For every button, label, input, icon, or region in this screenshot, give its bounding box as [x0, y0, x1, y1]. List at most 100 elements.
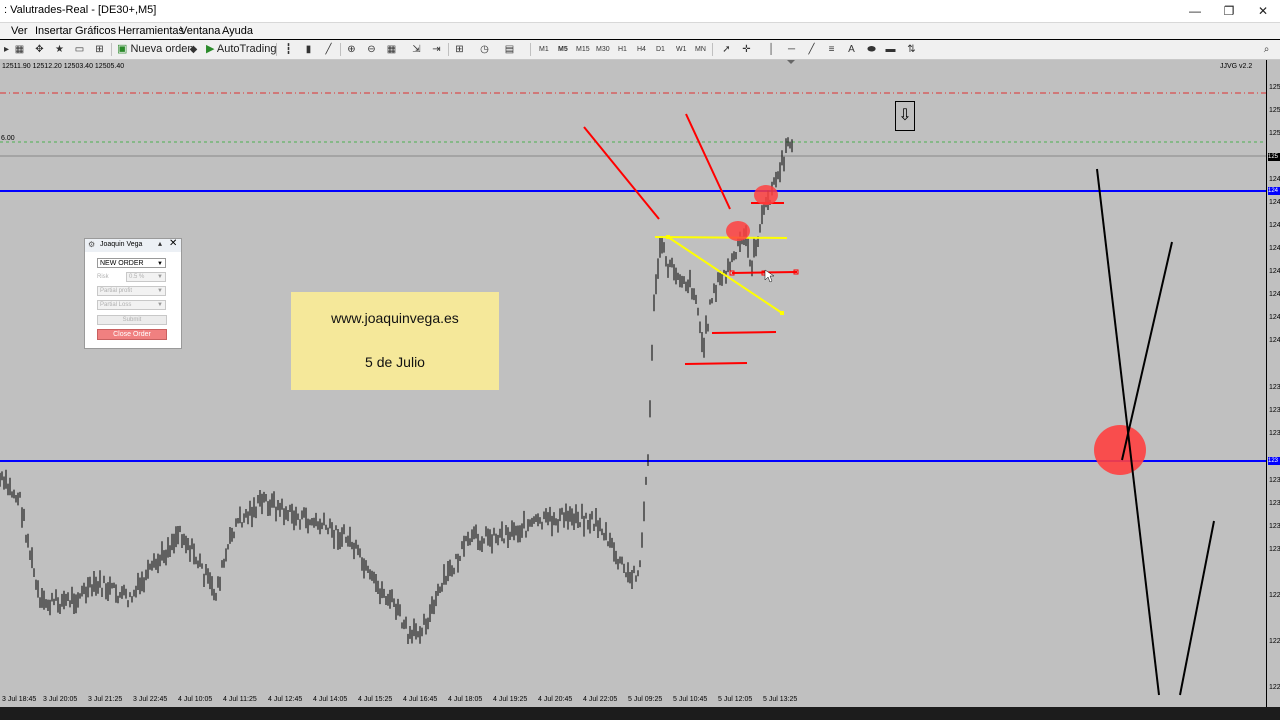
line-chart-icon[interactable]: ╱ [322, 43, 335, 56]
order-type-select[interactable]: NEW ORDER ▼ [97, 258, 166, 268]
y-axis-tick: 124 [1269, 314, 1280, 321]
yellow-horizontal-line[interactable] [654, 236, 788, 239]
navigator-icon[interactable]: ▭ [73, 43, 86, 56]
y-axis-tick: 123 [1269, 546, 1280, 553]
chevron-down-icon: ▼ [157, 274, 163, 280]
templates-icon[interactable]: ▤ [503, 43, 516, 56]
timeframe-m15[interactable]: M15 [576, 44, 590, 56]
auto-trading-button[interactable]: ▶ AutoTrading [206, 42, 276, 57]
black-projection-line[interactable] [1121, 241, 1173, 461]
new-order-button[interactable]: ▣ Nueva orden [117, 42, 193, 57]
timeframe-h4[interactable]: H4 [637, 44, 646, 56]
y-axis-tick: 124 [1269, 291, 1280, 298]
new-chart-icon[interactable]: ▦ [13, 43, 26, 56]
channel-icon[interactable]: ≡ [825, 43, 838, 56]
partial-profit-select[interactable]: Partial profit ▼ [97, 286, 166, 296]
minimize-button[interactable]: — [1178, 0, 1212, 22]
auto-scroll-icon[interactable]: ⇲ [410, 43, 423, 56]
close-window-button[interactable]: ✕ [1246, 0, 1280, 22]
submit-button[interactable]: Submit [97, 315, 167, 325]
yellow-anchor-point[interactable] [780, 311, 784, 315]
new-order-icon: ▣ [117, 43, 128, 55]
red-highlight-marker-large[interactable] [1094, 425, 1146, 475]
website-text: www.joaquinvega.es [331, 310, 459, 326]
menu-ayuda[interactable]: Ayuda [222, 25, 253, 37]
one-click-trading-icon[interactable]: ◆ [187, 43, 200, 56]
y-axis-tick: 123 [1269, 500, 1280, 507]
chevron-down-icon: ▼ [157, 261, 163, 267]
level-badge-bottom: 123 [1268, 457, 1280, 465]
crosshair-move-icon[interactable]: ✥ [33, 43, 46, 56]
arrows-icon[interactable]: ⇅ [905, 43, 918, 56]
text-icon[interactable]: A [845, 43, 858, 56]
x-axis-tick: 4 Jul 19:25 [493, 696, 528, 703]
bar-chart-icon[interactable]: ┇ [282, 43, 295, 56]
timeframe-m5[interactable]: M5 [558, 44, 568, 56]
red-level-line[interactable] [731, 271, 798, 274]
rectangle-icon[interactable]: ▬ [884, 43, 897, 56]
minimize-panel-icon[interactable]: ▴ [158, 239, 162, 248]
timeframe-m30[interactable]: M30 [596, 44, 610, 56]
down-arrow-icon[interactable]: ⇩ [895, 101, 915, 131]
risk-select[interactable]: 0.5 % ▼ [126, 272, 166, 282]
close-panel-icon[interactable]: ✕ [169, 238, 177, 249]
zoom-in-icon[interactable]: ⊕ [345, 43, 358, 56]
trade-panel-header[interactable]: ⚙ Joaquin Vega ▴ ✕ [85, 238, 181, 252]
periods-icon[interactable]: ◷ [478, 43, 491, 56]
partial-loss-select[interactable]: Partial Loss ▼ [97, 300, 166, 310]
menu-ver[interactable]: Ver [11, 25, 28, 37]
x-axis-tick: 5 Jul 12:05 [718, 696, 753, 703]
red-trendline-left[interactable] [583, 126, 660, 220]
chart-shift-icon[interactable]: ⇥ [430, 43, 443, 56]
candle-chart-icon[interactable]: ▮ [302, 43, 315, 56]
x-axis-tick: 3 Jul 18:45 [2, 696, 37, 703]
menu-graficos[interactable]: Gráficos [75, 25, 116, 37]
timeframe-m1[interactable]: M1 [539, 44, 549, 56]
y-axis-tick: 123 [1269, 523, 1280, 530]
indicators-icon[interactable]: ⊞ [453, 43, 466, 56]
y-axis-tick: 123 [1269, 384, 1280, 391]
price-axis[interactable]: 125 125 125 124 124 124 124 124 124 124 … [1266, 60, 1280, 707]
restore-button[interactable]: ❐ [1212, 0, 1246, 22]
vertical-line-icon[interactable]: │ [765, 43, 778, 56]
black-projection-line[interactable] [1179, 520, 1215, 696]
strategy-tester-icon[interactable]: ⊞ [93, 43, 106, 56]
timeframe-h1[interactable]: H1 [618, 44, 627, 56]
current-price-badge: 125 [1268, 153, 1280, 161]
close-order-button[interactable]: Close Order [97, 329, 167, 340]
y-axis-tick: 122 [1269, 638, 1280, 645]
favorites-icon[interactable]: ★ [53, 43, 66, 56]
y-axis-tick: 125 [1269, 107, 1280, 114]
zoom-out-icon[interactable]: ⊖ [365, 43, 378, 56]
red-level-line[interactable] [684, 362, 748, 365]
x-axis-tick: 4 Jul 10:05 [178, 696, 213, 703]
trendline-icon[interactable]: ╱ [805, 43, 818, 56]
risk-label: Risk [97, 274, 109, 280]
y-axis-tick: 124 [1269, 176, 1280, 183]
horizontal-line-icon[interactable]: ─ [785, 43, 798, 56]
yellow-anchor-point[interactable] [666, 235, 670, 239]
price-chart[interactable]: 12511.90 12512.20 12503.40 12505.40 JJVG… [0, 60, 1266, 707]
red-highlight-marker[interactable] [726, 221, 750, 241]
red-highlight-marker[interactable] [754, 185, 778, 205]
search-icon[interactable]: ⌕ [1260, 43, 1273, 56]
y-axis-tick: 123 [1269, 430, 1280, 437]
timeframe-w1[interactable]: W1 [676, 44, 687, 56]
y-axis-tick: 124 [1269, 199, 1280, 206]
chevron-down-icon: ▼ [157, 302, 163, 308]
crosshair-icon[interactable]: ✛ [740, 43, 753, 56]
menu-herramientas[interactable]: Herramientas [118, 25, 184, 37]
x-axis-tick: 4 Jul 12:45 [268, 696, 303, 703]
red-level-line[interactable] [711, 331, 777, 334]
menu-ventana[interactable]: Ventana [180, 25, 220, 37]
x-axis-tick: 3 Jul 20:05 [43, 696, 78, 703]
menu-insertar[interactable]: Insertar [35, 25, 72, 37]
tile-windows-icon[interactable]: ▦ [385, 43, 398, 56]
red-trendline-right[interactable] [685, 113, 731, 210]
ellipse-icon[interactable]: ⬬ [865, 43, 878, 56]
timeframe-mn[interactable]: MN [695, 44, 706, 56]
cursor-icon[interactable]: ➚ [720, 43, 733, 56]
drag-handle-icon[interactable]: ▸ [0, 43, 13, 56]
timeframe-d1[interactable]: D1 [656, 44, 665, 56]
trade-panel: ⚙ Joaquin Vega ▴ ✕ NEW ORDER ▼ Risk 0.5 %… [84, 238, 182, 349]
